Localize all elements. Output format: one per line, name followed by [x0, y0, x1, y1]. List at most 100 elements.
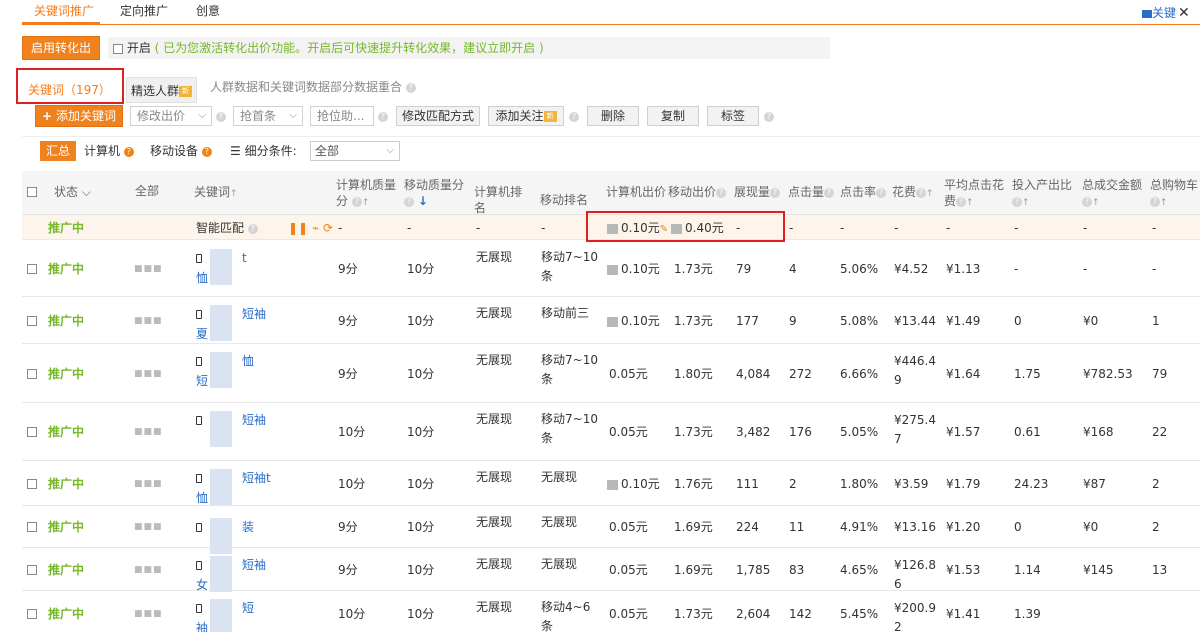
col-mobile-bid[interactable]: 移动出价? — [668, 184, 727, 200]
row-mobile-bid[interactable]: 1.73元 — [674, 260, 713, 278]
col-cart[interactable]: 总购物车? ↑ — [1150, 177, 1198, 211]
grab-position-dropdown[interactable]: 抢位助... — [310, 106, 374, 126]
help-icon[interactable]: ? — [201, 146, 212, 157]
row-checkbox[interactable] — [27, 565, 37, 575]
row-pc-bid[interactable]: 0.05元 — [609, 518, 648, 536]
row-mobile-bid[interactable]: 1.73元 — [674, 423, 713, 441]
row-pc-bid[interactable]: 0.05元 — [609, 605, 648, 623]
row-keyword-text[interactable]: 短袖 — [242, 307, 266, 321]
first-bar-dropdown[interactable]: 抢首条 ⌵ — [233, 106, 303, 126]
row-keyword-text[interactable]: 短袖 — [242, 558, 266, 572]
row-keyword-text[interactable]: 短袖 — [242, 413, 266, 427]
col-mobile-quality[interactable]: 移动质量分? ↓ — [404, 177, 464, 209]
row-keyword[interactable]: 恤 — [196, 352, 254, 388]
row-keyword-text-2[interactable]: 袖 — [196, 619, 208, 632]
row-keyword[interactable]: 短袖 — [196, 305, 266, 341]
col-roi[interactable]: 投入产出比? ↑ — [1012, 177, 1072, 211]
enable-conversion-button[interactable]: 启用转化出 — [22, 36, 100, 60]
row-mobile-bid[interactable]: 1.76元 — [674, 475, 713, 493]
col-clicks[interactable]: 点击量? — [788, 184, 835, 200]
row-keyword-text[interactable]: 恤 — [242, 354, 254, 368]
col-mobile-rank[interactable]: 移动排名 — [540, 192, 588, 208]
conversion-toggle[interactable]: 开启 ( 已为您激活转化出价功能。开启后可快速提升转化效果，建议立即开启 ) — [113, 40, 544, 56]
row-mobile-bid[interactable]: 1.69元 — [674, 561, 713, 579]
row-keyword[interactable]: 短 — [196, 599, 254, 632]
row-pc-bid[interactable]: 0.05元 — [609, 561, 648, 579]
row-keyword-text-2[interactable]: 短 — [196, 372, 208, 390]
row-keyword[interactable]: 短袖 — [196, 556, 266, 592]
enable-checkbox[interactable] — [113, 43, 123, 54]
row-checkbox[interactable] — [27, 264, 37, 274]
help-icon[interactable]: ? — [378, 112, 388, 122]
row-checkbox[interactable] — [27, 609, 37, 619]
help-icon[interactable]: ? — [351, 196, 362, 207]
help-icon[interactable]: ? — [404, 196, 414, 207]
row-checkbox[interactable] — [27, 479, 37, 489]
add-follow-button[interactable]: 添加关注新 — [488, 106, 564, 126]
row-keyword[interactable]: 装 — [196, 518, 254, 554]
row-keyword-text[interactable]: 短袖t — [242, 471, 271, 485]
row-mobile-bid[interactable]: 1.69元 — [674, 518, 713, 536]
chart-icon[interactable]: ⌁ — [312, 221, 319, 235]
refresh-icon[interactable]: ⟳ — [323, 221, 333, 235]
copy-button[interactable]: 复制 — [647, 106, 699, 126]
col-all[interactable]: 全部 — [135, 183, 159, 199]
help-icon[interactable]: ? — [123, 146, 134, 157]
col-status[interactable]: 状态 ⌵ — [54, 184, 91, 200]
row-checkbox[interactable] — [27, 427, 37, 437]
col-impressions[interactable]: 展现量? — [734, 184, 781, 200]
tag-button[interactable]: 标签 — [707, 106, 759, 126]
row-keyword-text-2[interactable]: 恤 — [196, 269, 208, 287]
row-pc-bid[interactable]: 0.10元 — [607, 312, 660, 330]
select-all-checkbox[interactable] — [27, 187, 37, 197]
tab-creative[interactable]: 创意 — [196, 2, 220, 26]
pause-icon[interactable]: ❚❚ — [288, 221, 308, 235]
close-icon[interactable]: ✕ — [1178, 5, 1190, 21]
filter-summary[interactable]: 汇总 — [40, 141, 76, 161]
help-icon[interactable]: ? — [1150, 196, 1160, 207]
col-pc-rank[interactable]: 计算机排名 — [474, 184, 522, 216]
help-icon[interactable]: ? — [247, 223, 258, 234]
col-ctr[interactable]: 点击率? — [840, 184, 887, 200]
help-icon[interactable]: ? — [216, 112, 226, 122]
delete-button[interactable]: 删除 — [587, 106, 639, 126]
row-checkbox[interactable] — [27, 369, 37, 379]
row-keyword-text[interactable]: 短 — [242, 601, 254, 615]
row-pc-bid[interactable]: 0.10元 — [607, 475, 660, 493]
row-keyword[interactable]: 短袖 — [196, 411, 266, 447]
top-right-link[interactable]: 关键 ✕ — [1142, 4, 1190, 21]
row-keyword-text[interactable]: t — [242, 251, 247, 265]
help-icon[interactable]: ? — [569, 112, 579, 122]
row-checkbox[interactable] — [27, 316, 37, 326]
add-keyword-button[interactable]: + 添加关键词 — [35, 105, 123, 127]
filter-mobile[interactable]: 移动设备 ? — [150, 141, 212, 161]
help-icon[interactable]: ? — [956, 196, 967, 207]
row-mobile-bid[interactable]: 1.73元 — [674, 605, 713, 623]
col-pc-bid[interactable]: 计算机出价 — [606, 184, 666, 200]
row-keyword[interactable]: t — [196, 249, 247, 285]
help-icon[interactable]: ? — [405, 82, 416, 93]
col-avg-cpc[interactable]: 平均点击花费? ↑ — [944, 177, 1004, 211]
col-cost[interactable]: 花费? ↑ — [892, 184, 934, 202]
row-keyword-text-2[interactable]: 恤 — [196, 489, 208, 507]
col-keyword[interactable]: 关键词↑ — [194, 184, 238, 202]
row-mobile-bid[interactable]: 1.73元 — [674, 312, 713, 330]
row-checkbox[interactable] — [27, 522, 37, 532]
row-mobile-bid[interactable]: 1.80元 — [674, 365, 713, 383]
row-pc-bid[interactable]: 0.10元 — [607, 260, 660, 278]
row-keyword-text[interactable]: 装 — [242, 520, 254, 534]
col-pc-quality[interactable]: 计算机质量分 ? ↑ — [336, 177, 396, 211]
help-icon[interactable]: ? — [824, 187, 835, 198]
col-gmv[interactable]: 总成交金额? ↑ — [1082, 177, 1142, 211]
modify-match-button[interactable]: 修改匹配方式 — [396, 106, 480, 126]
smart-actions[interactable]: ❚❚ ⌁ ⟳ — [288, 219, 333, 237]
filter-computer[interactable]: 计算机 ? — [84, 141, 134, 161]
tab-crowd[interactable]: 精选人群新 — [126, 77, 198, 103]
help-icon[interactable]: ? — [764, 112, 774, 122]
sub-condition-select[interactable]: 全部 ⌵ — [310, 141, 400, 161]
tab-targeted-promotion[interactable]: 定向推广 — [120, 2, 168, 26]
row-keyword[interactable]: 短袖t — [196, 469, 271, 505]
help-icon[interactable]: ? — [876, 187, 887, 198]
help-icon[interactable]: ? — [716, 187, 727, 198]
help-icon[interactable]: ? — [916, 187, 927, 198]
